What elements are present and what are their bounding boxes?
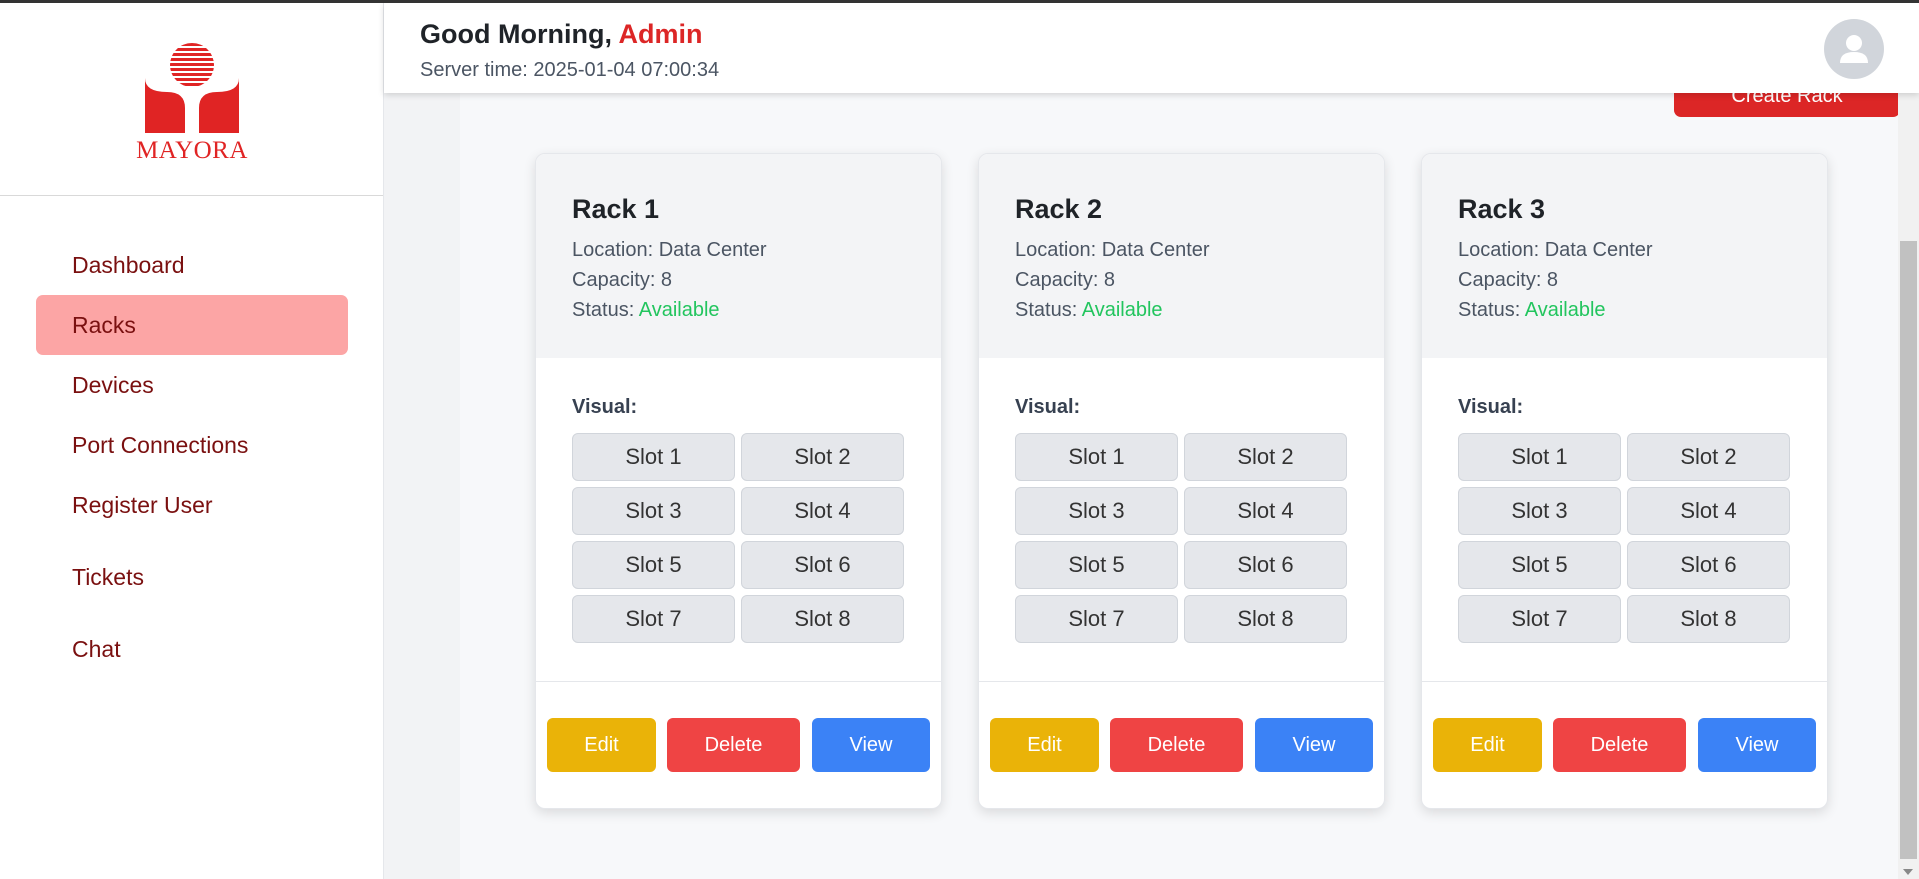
edit-button[interactable]: Edit: [1433, 718, 1542, 772]
rack-slot[interactable]: Slot 2: [1627, 433, 1790, 481]
scrollbar-thumb[interactable]: [1900, 241, 1917, 859]
sidebar-item-port-connections[interactable]: Port Connections: [36, 415, 348, 475]
rack-slot[interactable]: Slot 4: [741, 487, 904, 535]
delete-button[interactable]: Delete: [1553, 718, 1686, 772]
rack-slot[interactable]: Slot 2: [741, 433, 904, 481]
rack-location: Location: Data Center: [572, 239, 767, 261]
rack-slot[interactable]: Slot 4: [1627, 487, 1790, 535]
top-header: Good Morning, Admin Server time: 2025-01…: [384, 3, 1919, 93]
rack-slot[interactable]: Slot 6: [1627, 541, 1790, 589]
rack-slot[interactable]: Slot 5: [572, 541, 735, 589]
mayora-logo-icon: [145, 43, 239, 133]
rack-card: Rack 3 Location: Data Center Capacity: 8…: [1421, 153, 1828, 809]
rack-actions: Edit Delete View: [1422, 682, 1827, 808]
sidebar-item-dashboard[interactable]: Dashboard: [36, 235, 348, 295]
edit-button[interactable]: Edit: [990, 718, 1099, 772]
slot-grid: Slot 1 Slot 2 Slot 3 Slot 4 Slot 5 Slot …: [572, 433, 905, 643]
rack-slot[interactable]: Slot 3: [1015, 487, 1178, 535]
sidebar-nav: Dashboard Racks Devices Port Connections…: [36, 235, 348, 679]
rack-capacity: Capacity: 8: [1015, 269, 1116, 291]
rack-card: Rack 2 Location: Data Center Capacity: 8…: [978, 153, 1385, 809]
rack-card-header: Rack 2 Location: Data Center Capacity: 8…: [979, 154, 1384, 358]
rack-actions: Edit Delete View: [536, 682, 941, 808]
view-button[interactable]: View: [1698, 718, 1816, 772]
slot-grid: Slot 1 Slot 2 Slot 3 Slot 4 Slot 5 Slot …: [1015, 433, 1348, 643]
rack-slot[interactable]: Slot 7: [1458, 595, 1621, 643]
window-top-border: [0, 0, 1919, 3]
person-icon: [1840, 35, 1868, 63]
racks-panel: Create Rack Rack 1 Location: Data Center…: [460, 93, 1900, 879]
rack-status: Status: Available: [572, 295, 905, 325]
rack-slot[interactable]: Slot 5: [1458, 541, 1621, 589]
delete-button[interactable]: Delete: [667, 718, 800, 772]
rack-visual: Visual: Slot 1 Slot 2 Slot 3 Slot 4 Slot…: [979, 358, 1384, 682]
scroll-down-arrow-icon[interactable]: [1903, 869, 1913, 875]
rack-slot[interactable]: Slot 3: [572, 487, 735, 535]
main-content: Create Rack Rack 1 Location: Data Center…: [384, 93, 1900, 879]
rack-slot[interactable]: Slot 8: [1184, 595, 1347, 643]
rack-slot[interactable]: Slot 3: [1458, 487, 1621, 535]
rack-visual: Visual: Slot 1 Slot 2 Slot 3 Slot 4 Slot…: [1422, 358, 1827, 682]
rack-status-value: Available: [1524, 299, 1606, 321]
rack-name: Rack 3: [1458, 194, 1546, 224]
rack-slot[interactable]: Slot 7: [1015, 595, 1178, 643]
edit-button[interactable]: Edit: [547, 718, 656, 772]
rack-card-header: Rack 3 Location: Data Center Capacity: 8…: [1422, 154, 1827, 358]
rack-slot[interactable]: Slot 1: [572, 433, 735, 481]
greeting-text: Good Morning,: [420, 19, 612, 49]
rack-slot[interactable]: Slot 2: [1184, 433, 1347, 481]
delete-button[interactable]: Delete: [1110, 718, 1243, 772]
rack-status-value: Available: [1081, 299, 1163, 321]
sidebar-item-tickets[interactable]: Tickets: [36, 547, 348, 607]
rack-slot[interactable]: Slot 8: [1627, 595, 1790, 643]
greeting-user: Admin: [618, 19, 703, 49]
rack-status-value: Available: [638, 299, 720, 321]
rack-card: Rack 1 Location: Data Center Capacity: 8…: [535, 153, 942, 809]
server-time: Server time: 2025-01-04 07:00:34: [420, 59, 720, 81]
sidebar-item-racks[interactable]: Racks: [36, 295, 348, 355]
rack-status-label: Status:: [1015, 299, 1078, 321]
visual-label: Visual:: [572, 396, 638, 418]
rack-card-header: Rack 1 Location: Data Center Capacity: 8…: [536, 154, 941, 358]
rack-slot[interactable]: Slot 1: [1015, 433, 1178, 481]
rack-status-label: Status:: [572, 299, 635, 321]
rack-slot[interactable]: Slot 5: [1015, 541, 1178, 589]
rack-slot[interactable]: Slot 1: [1458, 433, 1621, 481]
user-avatar-icon[interactable]: [1824, 19, 1884, 79]
slot-grid: Slot 1 Slot 2 Slot 3 Slot 4 Slot 5 Slot …: [1458, 433, 1791, 643]
sidebar-item-register-user[interactable]: Register User: [36, 475, 348, 535]
visual-label: Visual:: [1015, 396, 1081, 418]
rack-slot[interactable]: Slot 4: [1184, 487, 1347, 535]
rack-visual: Visual: Slot 1 Slot 2 Slot 3 Slot 4 Slot…: [536, 358, 941, 682]
sidebar-item-devices[interactable]: Devices: [36, 355, 348, 415]
sidebar-item-chat[interactable]: Chat: [36, 619, 348, 679]
rack-slot[interactable]: Slot 8: [741, 595, 904, 643]
rack-location: Location: Data Center: [1458, 239, 1653, 261]
greeting: Good Morning, Admin: [420, 19, 702, 50]
rack-status-label: Status:: [1458, 299, 1521, 321]
rack-name: Rack 2: [1015, 194, 1103, 224]
rack-slot[interactable]: Slot 7: [572, 595, 735, 643]
view-button[interactable]: View: [812, 718, 930, 772]
sidebar: MAYORA Dashboard Racks Devices Port Conn…: [0, 3, 384, 879]
rack-slot[interactable]: Slot 6: [1184, 541, 1347, 589]
rack-slot[interactable]: Slot 6: [741, 541, 904, 589]
rack-location: Location: Data Center: [1015, 239, 1210, 261]
visual-label: Visual:: [1458, 396, 1524, 418]
rack-capacity: Capacity: 8: [572, 269, 673, 291]
rack-actions: Edit Delete View: [979, 682, 1384, 808]
create-rack-button[interactable]: Create Rack: [1674, 93, 1900, 117]
brand-name: MAYORA: [136, 137, 248, 164]
rack-status: Status: Available: [1015, 295, 1348, 325]
rack-capacity: Capacity: 8: [1458, 269, 1559, 291]
view-button[interactable]: View: [1255, 718, 1373, 772]
rack-status: Status: Available: [1458, 295, 1791, 325]
vertical-scrollbar[interactable]: [1898, 93, 1919, 879]
rack-name: Rack 1: [572, 194, 660, 224]
logo-area: MAYORA: [0, 3, 383, 196]
